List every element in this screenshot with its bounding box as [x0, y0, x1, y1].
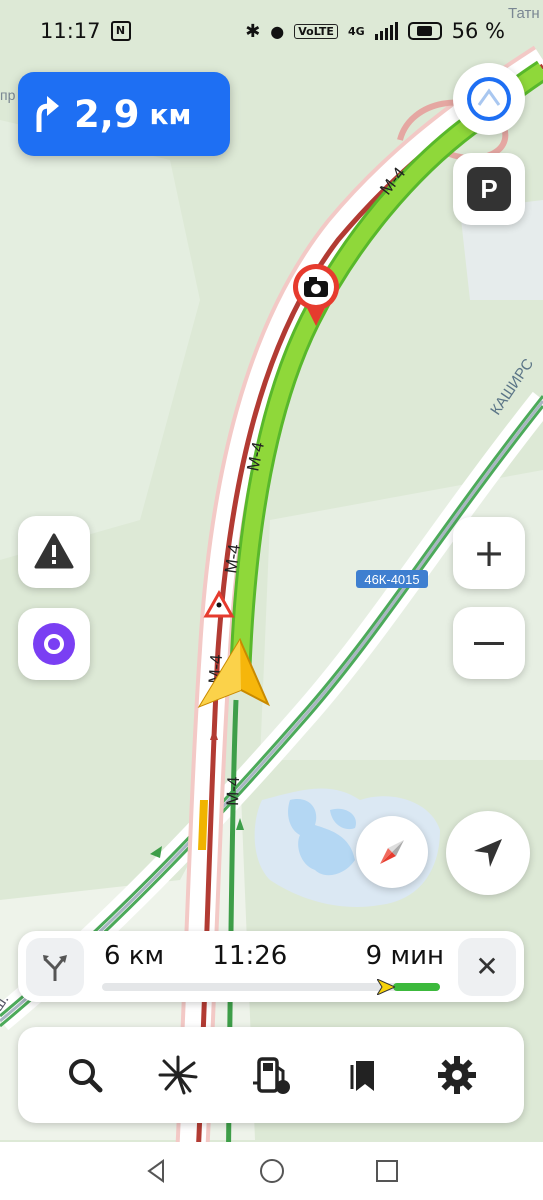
alice-icon	[33, 623, 75, 665]
close-icon: ✕	[475, 950, 499, 983]
parking-button[interactable]: P	[453, 153, 525, 225]
progress-marker-icon	[376, 979, 395, 995]
battery-fill	[417, 26, 433, 36]
system-nav-bar	[0, 1142, 543, 1200]
bookmarks-button[interactable]	[334, 1045, 394, 1105]
route-progress-bar	[102, 979, 440, 995]
status-bar: 11:17 N ✱ ● VoLTE 4G 56 %	[0, 0, 543, 62]
recents-icon[interactable]	[375, 1159, 399, 1183]
report-event-button[interactable]	[18, 516, 90, 588]
zoom-in-button[interactable]: +	[453, 517, 525, 589]
compass-icon	[380, 840, 404, 864]
maneuver-panel[interactable]: 2,9 км	[18, 72, 230, 156]
remaining-duration: 9 мин	[365, 941, 444, 971]
zoom-out-button[interactable]	[453, 607, 525, 679]
battery-percent: 56 %	[451, 19, 505, 43]
search-button[interactable]	[55, 1045, 115, 1105]
maneuver-unit: км	[149, 97, 192, 131]
plus-icon: +	[473, 531, 505, 575]
bottom-toolbar	[18, 1027, 524, 1123]
road-badge-label: 46К-4015	[364, 572, 419, 587]
user-avatar-icon	[467, 77, 511, 121]
turn-right-icon	[18, 72, 74, 156]
compass-button[interactable]	[356, 816, 428, 888]
signal-icon	[374, 22, 398, 40]
route-split-icon	[43, 955, 67, 981]
map-label: пр	[0, 87, 16, 103]
route-progress-fill	[392, 983, 440, 991]
gas-station-button[interactable]	[241, 1045, 301, 1105]
navigation-arrow-icon	[474, 839, 502, 867]
radar-icon	[158, 1055, 198, 1095]
end-route-button[interactable]: ✕	[458, 938, 516, 996]
settings-icon	[438, 1056, 477, 1094]
battery-icon	[407, 22, 442, 40]
nfc-icon: N	[110, 21, 131, 41]
back-icon[interactable]	[145, 1159, 169, 1183]
clock: 11:17	[40, 19, 101, 43]
alice-assistant-button[interactable]	[18, 608, 90, 680]
road-label: М-4	[221, 543, 244, 575]
road-label: М-4	[223, 776, 243, 806]
arrival-time: 11:26	[212, 941, 288, 971]
route-summary-bar[interactable]: 6 км 11:26 9 мин ✕	[18, 931, 524, 1002]
network-label: 4G	[347, 24, 365, 38]
parking-icon: P	[467, 167, 511, 211]
warning-icon	[34, 533, 74, 569]
remaining-distance: 6 км	[104, 941, 165, 971]
settings-button[interactable]	[427, 1045, 487, 1105]
bluetooth-icon: ✱	[245, 20, 261, 42]
bookmarks-icon	[350, 1061, 375, 1091]
alternative-routes-button[interactable]	[26, 938, 84, 996]
my-location-button[interactable]	[446, 811, 530, 895]
gas-station-icon	[252, 1057, 290, 1094]
profile-button[interactable]	[453, 63, 525, 135]
maneuver-distance: 2,9	[74, 92, 140, 136]
volte-badge: VoLTE	[294, 23, 338, 39]
home-icon[interactable]	[259, 1158, 285, 1184]
search-icon	[68, 1059, 103, 1093]
minus-icon	[474, 641, 504, 645]
radar-button[interactable]	[148, 1045, 208, 1105]
location-icon: ●	[270, 21, 285, 41]
